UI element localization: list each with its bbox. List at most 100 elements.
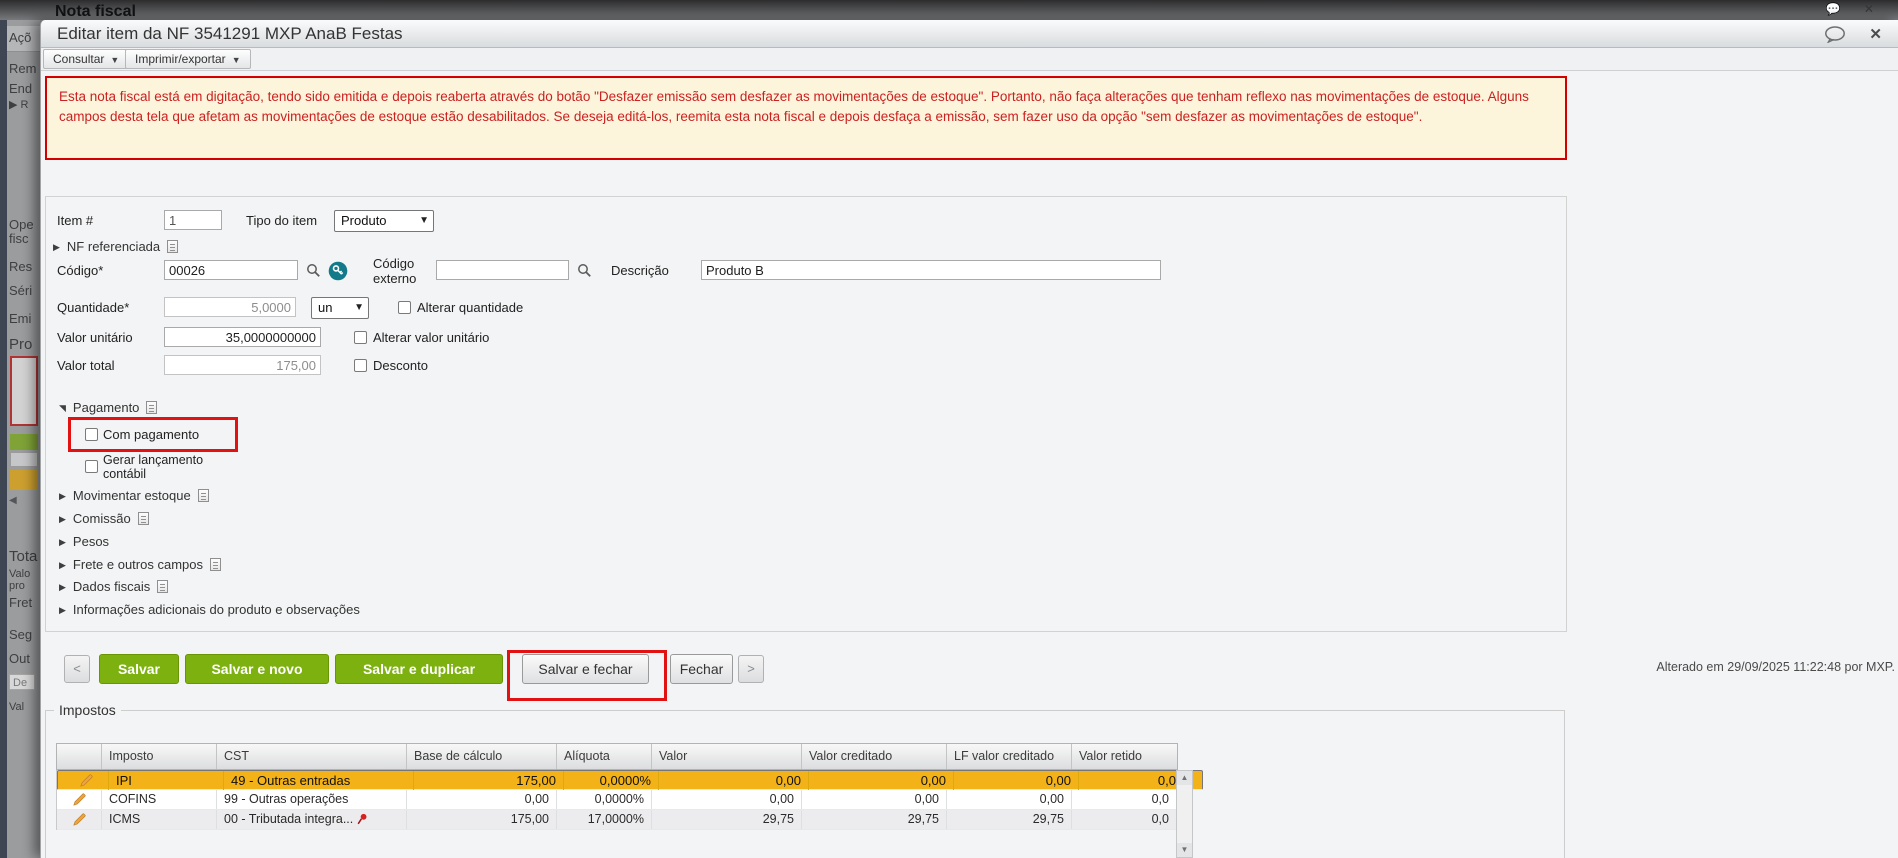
background-red-box (10, 356, 38, 426)
item-number-input[interactable] (164, 210, 222, 230)
background-fragment: Fret (9, 596, 33, 610)
background-amber-button-fragment (10, 470, 38, 490)
gerar-lancamento-checkbox[interactable] (85, 460, 98, 473)
search-icon[interactable] (306, 263, 321, 278)
audit-text: Alterado em 29/09/2025 11:22:48 por MXP. (1656, 660, 1895, 674)
codigo-externo-label: Código externo (373, 256, 417, 286)
chevron-down-icon: ▼ (231, 55, 241, 65)
expanded-arrow-icon: ◥ (59, 403, 66, 413)
section-comissao[interactable]: ▶ Comissão (59, 511, 149, 526)
warning-message: Esta nota fiscal está em digitação, tend… (45, 76, 1567, 160)
valor-total-input (164, 355, 321, 375)
com-pagamento-checkbox[interactable] (85, 428, 98, 441)
impostos-legend: Impostos (59, 702, 116, 718)
salvar-e-fechar-button[interactable]: Salvar e fechar (522, 654, 649, 684)
previous-item-button[interactable]: < (64, 655, 90, 683)
background-left-panel-edge (0, 20, 7, 858)
notes-icon[interactable] (146, 401, 158, 414)
consultar-menu-button[interactable]: Consultar ▼ (43, 49, 130, 69)
background-fragment: Seg (9, 628, 33, 642)
collapsed-arrow-icon: ▶ (59, 537, 66, 547)
dialog-titlebar: Editar item da NF 3541291 MXP AnaB Festa… (41, 20, 1898, 48)
background-fragment: Valo pro (9, 568, 34, 592)
alterar-quantidade-checkbox[interactable] (398, 301, 411, 314)
product-key-icon[interactable] (328, 261, 348, 281)
search-icon[interactable] (577, 263, 592, 278)
descricao-input[interactable] (701, 260, 1161, 280)
section-dados-fiscais[interactable]: ▶ Dados fiscais (59, 579, 169, 594)
cst-cell: 00 - Tributada integra... (217, 810, 407, 829)
desconto-label: Desconto (373, 358, 428, 373)
collapsed-arrow-icon: ▶ (59, 491, 66, 501)
column-header[interactable]: Alíquota (557, 744, 652, 769)
edit-nf-item-dialog: Editar item da NF 3541291 MXP AnaB Festa… (40, 20, 1898, 858)
fechar-button[interactable]: Fechar (670, 654, 733, 684)
background-fragment: Ope fisc (9, 218, 38, 246)
pushpin-icon (357, 813, 367, 825)
background-fragment: Rem (9, 62, 37, 76)
next-item-button[interactable]: > (738, 655, 764, 683)
salvar-button[interactable]: Salvar (99, 654, 179, 684)
background-fragment: ◀ (9, 495, 17, 506)
descricao-label: Descrição (611, 263, 669, 278)
chevron-down-icon: ▼ (354, 302, 364, 313)
section-movimentar-estoque[interactable]: ▶ Movimentar estoque (59, 488, 209, 503)
section-informacoes-adicionais[interactable]: ▶ Informações adicionais do produto e obs… (59, 602, 360, 617)
quantidade-input (164, 297, 296, 317)
codigo-label: Código* (57, 263, 104, 278)
background-fragment: Tota (9, 550, 38, 564)
table-row-cofins[interactable]: COFINS 99 - Outras operações 0,00 0,0000… (57, 790, 1177, 810)
collapsed-arrow-icon: ▶ (59, 582, 66, 592)
background-window-titlebar: Nota fiscal 💬 ✕ (0, 0, 1898, 20)
background-gray-button-fragment (10, 452, 38, 467)
notes-icon[interactable] (167, 240, 179, 253)
column-header[interactable] (57, 744, 102, 769)
notes-icon[interactable] (197, 489, 209, 502)
notes-icon[interactable] (209, 558, 221, 571)
notes-icon[interactable] (137, 512, 149, 525)
codigo-input[interactable] (164, 260, 298, 280)
edit-pencil-icon[interactable] (57, 810, 102, 829)
collapsed-arrow-icon: ▶ (59, 514, 66, 524)
background-fragment: Séri (9, 284, 33, 298)
unidade-select[interactable]: un ▼ (311, 297, 369, 319)
section-pesos[interactable]: ▶ Pesos (59, 534, 109, 549)
tipo-item-select[interactable]: Produto ▼ (334, 210, 434, 232)
collapsed-arrow-icon: ▶ (59, 605, 66, 615)
table-scrollbar[interactable]: ▲ ▼ (1176, 770, 1193, 858)
imprimir-exportar-menu-button[interactable]: Imprimir/exportar ▼ (125, 49, 251, 69)
quantidade-label: Quantidade* (57, 300, 130, 315)
alterar-valor-unitario-checkbox[interactable] (354, 331, 367, 344)
table-row-icms[interactable]: ICMS 00 - Tributada integra... 175,00 17… (57, 810, 1177, 830)
column-header[interactable]: Valor (652, 744, 802, 769)
edit-pencil-icon[interactable] (64, 771, 109, 790)
column-header[interactable]: Valor creditado (802, 744, 947, 769)
salvar-e-novo-button[interactable]: Salvar e novo (185, 654, 329, 684)
scroll-up-icon[interactable]: ▲ (1177, 771, 1192, 785)
table-row-ipi[interactable]: IPI 49 - Outras entradas 175,00 0,0000% … (57, 770, 1203, 790)
valor-unitario-input[interactable] (164, 327, 321, 347)
dialog-title: Editar item da NF 3541291 MXP AnaB Festa… (57, 24, 403, 43)
column-header[interactable]: CST (217, 744, 407, 769)
column-header[interactable]: Valor retido (1072, 744, 1177, 769)
section-frete-outros[interactable]: ▶ Frete e outros campos (59, 557, 221, 572)
item-number-label: Item # (57, 213, 94, 228)
column-header[interactable]: Imposto (102, 744, 217, 769)
comment-bubble-icon[interactable] (1824, 26, 1846, 43)
edit-pencil-icon[interactable] (57, 790, 102, 809)
column-header[interactable]: Base de cálculo (407, 744, 557, 769)
background-window-title: Nota fiscal (55, 3, 136, 20)
valor-unitario-label: Valor unitário (57, 330, 133, 345)
close-icon[interactable]: ✕ (1869, 25, 1882, 43)
background-fragment: Res (9, 260, 33, 274)
scroll-down-icon[interactable]: ▼ (1177, 843, 1192, 857)
dialog-toolbar: Consultar ▼ Imprimir/exportar ▼ (41, 48, 1898, 71)
notes-icon[interactable] (157, 580, 169, 593)
codigo-externo-input[interactable] (436, 260, 569, 280)
column-header[interactable]: LF valor creditado (947, 744, 1072, 769)
section-pagamento[interactable]: ◥ Pagamento (59, 400, 158, 415)
section-nf-referenciada[interactable]: ▶ NF referenciada (53, 239, 179, 254)
background-fragment: Out (9, 652, 30, 666)
desconto-checkbox[interactable] (354, 359, 367, 372)
salvar-e-duplicar-button[interactable]: Salvar e duplicar (335, 654, 503, 684)
